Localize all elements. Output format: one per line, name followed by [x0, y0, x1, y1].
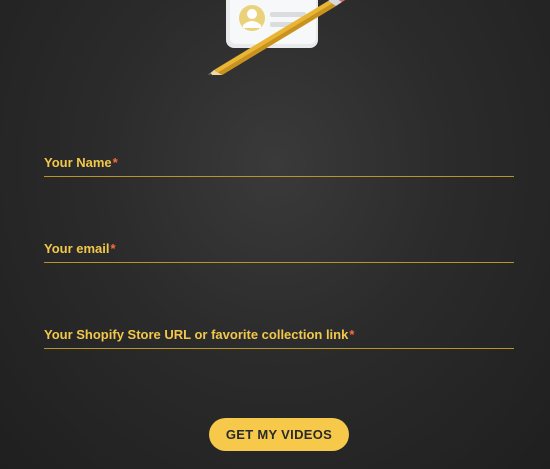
name-input[interactable] — [44, 152, 514, 176]
email-input[interactable] — [44, 238, 514, 262]
signup-form: Your Name* Your email* Your Shopify Stor… — [44, 0, 514, 469]
name-field[interactable]: Your Name* — [44, 152, 514, 177]
store-url-input[interactable] — [44, 324, 514, 348]
store-url-field[interactable]: Your Shopify Store URL or favorite colle… — [44, 324, 514, 349]
get-my-videos-button[interactable]: GET MY VIDEOS — [209, 418, 349, 451]
email-field[interactable]: Your email* — [44, 238, 514, 263]
